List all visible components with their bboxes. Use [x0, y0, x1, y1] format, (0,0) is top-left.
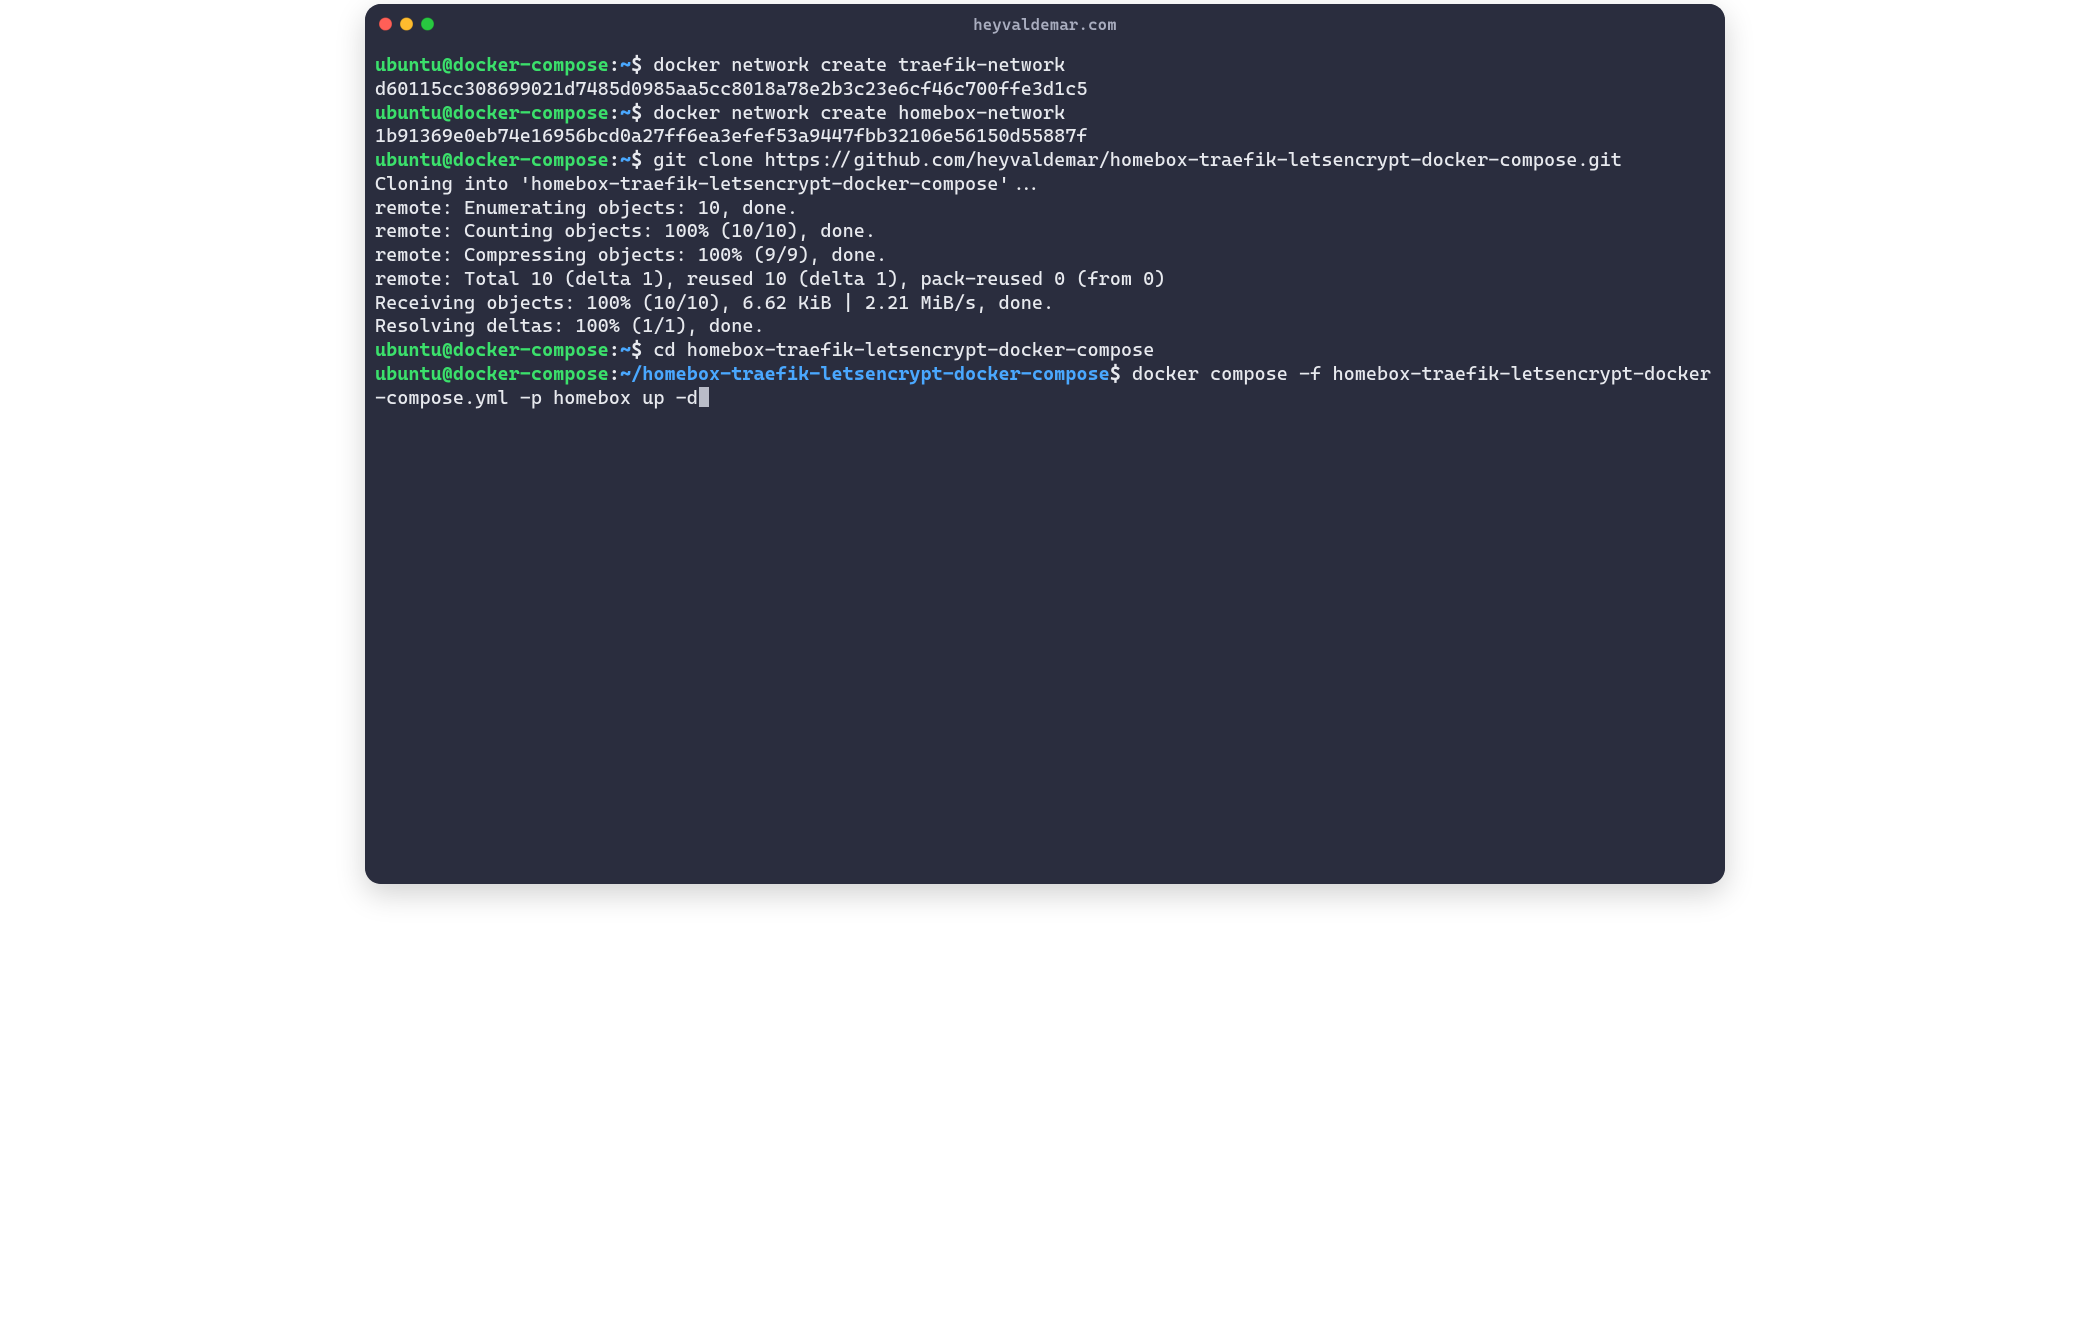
minimize-icon[interactable] — [400, 18, 413, 31]
window-title: heyvaldemar.com — [973, 15, 1117, 34]
terminal-line: ubuntu@docker-compose:~$ cd homebox-trae… — [375, 339, 1715, 363]
command-text: docker network create homebox-network — [653, 102, 1065, 124]
prompt-user: ubuntu@docker-compose — [375, 363, 609, 385]
command-text: git clone https://github.com/heyvaldemar… — [653, 149, 1622, 171]
prompt-end: $ — [631, 149, 653, 171]
prompt-user: ubuntu@docker-compose — [375, 102, 609, 124]
prompt-path: ~/homebox-traefik-letsencrypt-docker-com… — [620, 363, 1110, 385]
prompt-end: $ — [631, 102, 653, 124]
terminal-output: remote: Enumerating objects: 10, done. — [375, 197, 1715, 221]
prompt-end: $ — [631, 339, 653, 361]
terminal-output: remote: Counting objects: 100% (10/10), … — [375, 220, 1715, 244]
prompt-sep: : — [609, 102, 620, 124]
command-text: cd homebox-traefik-letsencrypt-docker-co… — [653, 339, 1154, 361]
terminal-window: heyvaldemar.com ubuntu@docker-compose:~$… — [365, 4, 1725, 884]
cursor-icon — [699, 387, 709, 407]
terminal-output: remote: Compressing objects: 100% (9/9),… — [375, 244, 1715, 268]
command-text: docker network create traefik-network — [653, 54, 1065, 76]
terminal-line: ubuntu@docker-compose:~$ git clone https… — [375, 149, 1715, 173]
prompt-sep: : — [609, 339, 620, 361]
terminal-line: ubuntu@docker-compose:~/homebox-traefik-… — [375, 363, 1715, 411]
prompt-path: ~ — [620, 149, 631, 171]
prompt-end: $ — [631, 54, 653, 76]
terminal-output: d60115cc308699021d7485d0985aa5cc8018a78e… — [375, 78, 1715, 102]
terminal-output: 1b91369e0eb74e16956bcd0a27ff6ea3efef53a9… — [375, 125, 1715, 149]
prompt-path: ~ — [620, 102, 631, 124]
terminal-output: Resolving deltas: 100% (1/1), done. — [375, 315, 1715, 339]
terminal-line: ubuntu@docker-compose:~$ docker network … — [375, 54, 1715, 78]
traffic-lights — [379, 18, 434, 31]
prompt-path: ~ — [620, 54, 631, 76]
window-titlebar[interactable]: heyvaldemar.com — [365, 4, 1725, 44]
prompt-user: ubuntu@docker-compose — [375, 54, 609, 76]
prompt-sep: : — [609, 54, 620, 76]
prompt-path: ~ — [620, 339, 631, 361]
terminal-output: Cloning into 'homebox-traefik-letsencryp… — [375, 173, 1715, 197]
prompt-user: ubuntu@docker-compose — [375, 149, 609, 171]
prompt-sep: : — [609, 149, 620, 171]
prompt-user: ubuntu@docker-compose — [375, 339, 609, 361]
close-icon[interactable] — [379, 18, 392, 31]
terminal-output: remote: Total 10 (delta 1), reused 10 (d… — [375, 268, 1715, 292]
terminal-line: ubuntu@docker-compose:~$ docker network … — [375, 102, 1715, 126]
zoom-icon[interactable] — [421, 18, 434, 31]
prompt-sep: : — [609, 363, 620, 385]
terminal-output: Receiving objects: 100% (10/10), 6.62 Ki… — [375, 292, 1715, 316]
terminal-body[interactable]: ubuntu@docker-compose:~$ docker network … — [365, 44, 1725, 884]
prompt-end: $ — [1110, 363, 1132, 385]
